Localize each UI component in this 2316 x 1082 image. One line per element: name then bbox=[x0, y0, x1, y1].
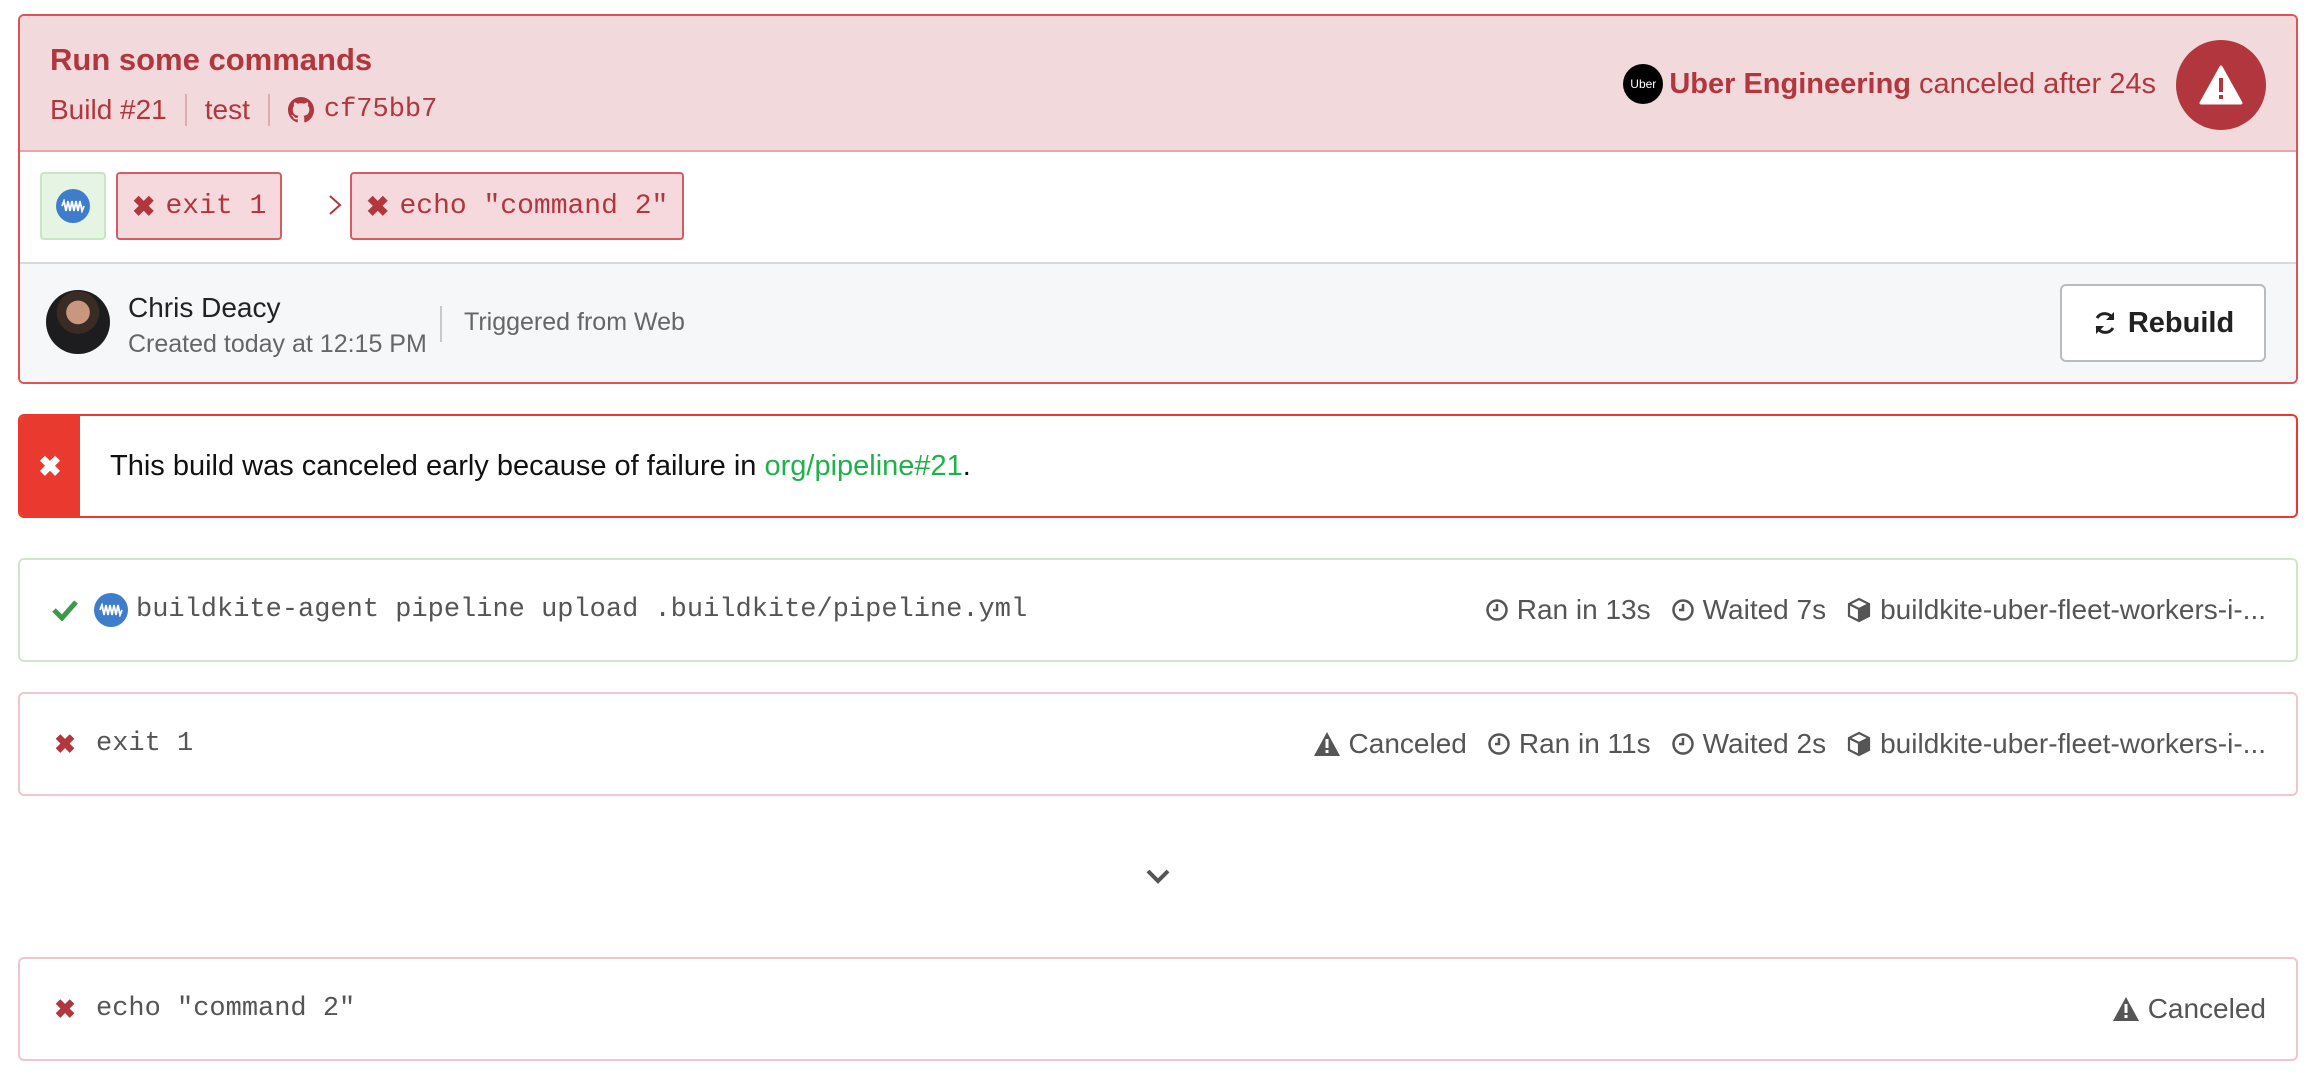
wait-time-text: Waited 2s bbox=[1702, 728, 1827, 759]
alert-message: This build was canceled early because of… bbox=[110, 450, 971, 483]
check-icon bbox=[50, 599, 80, 621]
org-name: Uber Engineering bbox=[1669, 67, 1912, 100]
warning-icon bbox=[2176, 40, 2266, 130]
buildkite-agent-icon bbox=[56, 189, 90, 223]
wait-time: Waited 2s bbox=[1671, 728, 1826, 760]
job-status-text: Canceled bbox=[1348, 728, 1467, 759]
pipeline-step-echo-command-2[interactable]: ✖ echo "command 2" bbox=[350, 172, 685, 240]
cube-icon bbox=[1848, 597, 1871, 623]
run-time: Ran in 13s bbox=[1485, 594, 1651, 626]
build-status-text: canceled after 24s bbox=[1919, 67, 2156, 100]
trigger-source: Triggered from Web bbox=[464, 308, 685, 336]
refresh-icon bbox=[2095, 312, 2115, 334]
job-meta: Canceled Ran in 11s Waited 2s buildkite-… bbox=[1293, 728, 2266, 760]
author-row: Chris Deacy Created today at 12:15 PM Tr… bbox=[20, 264, 2296, 382]
github-icon bbox=[287, 97, 314, 123]
agent-link[interactable]: buildkite-uber-fleet-workers-i-... bbox=[1846, 594, 2266, 626]
close-icon: ✖ bbox=[20, 416, 80, 516]
failed-build-link[interactable]: org/pipeline#21 bbox=[764, 450, 962, 482]
build-title[interactable]: Run some commands bbox=[50, 42, 372, 78]
chevron-right-icon bbox=[329, 195, 342, 215]
step-label: echo "command 2" bbox=[399, 190, 669, 222]
job-status: Canceled bbox=[2112, 993, 2266, 1025]
org-avatar: Uber bbox=[1623, 64, 1664, 104]
chevron-down-icon[interactable] bbox=[1144, 862, 1172, 890]
clock-icon bbox=[1671, 733, 1694, 755]
job-command: exit 1 bbox=[96, 729, 194, 759]
divider bbox=[267, 94, 270, 126]
agent-name: buildkite-uber-fleet-workers-i-... bbox=[1880, 728, 2266, 759]
author-name: Chris Deacy bbox=[128, 292, 281, 323]
pipeline-step-exit-1[interactable]: ✖ exit 1 bbox=[116, 172, 283, 240]
alert-text-end: . bbox=[962, 449, 971, 482]
build-number[interactable]: Build #21 bbox=[50, 94, 167, 126]
cube-icon bbox=[1848, 731, 1871, 757]
pipeline-step-upload[interactable] bbox=[40, 172, 106, 240]
agent-name: buildkite-uber-fleet-workers-i-... bbox=[1880, 594, 2266, 625]
job-meta: Ran in 13s Waited 7s buildkite-uber-flee… bbox=[1465, 594, 2266, 626]
rebuild-label: Rebuild bbox=[2127, 306, 2235, 339]
run-time-text: Ran in 13s bbox=[1516, 594, 1651, 625]
warning-icon bbox=[1313, 732, 1340, 756]
build-header: Run some commands Build #21 test cf75bb7… bbox=[20, 16, 2296, 152]
clock-icon bbox=[1671, 599, 1694, 621]
step-label: exit 1 bbox=[165, 190, 267, 222]
build-meta: Build #21 test cf75bb7 bbox=[50, 94, 437, 126]
wait-time: Waited 7s bbox=[1671, 594, 1826, 626]
close-icon: ✖ bbox=[54, 728, 76, 759]
run-time: Ran in 11s bbox=[1487, 728, 1651, 760]
rebuild-button[interactable]: Rebuild bbox=[2060, 284, 2266, 362]
job-meta: Canceled bbox=[2092, 993, 2266, 1025]
job-status: Canceled bbox=[1313, 728, 1467, 760]
job-command: echo "command 2" bbox=[96, 994, 356, 1024]
job-row-exit-1[interactable]: ✖ exit 1 Canceled Ran in 11s Waited 2s b… bbox=[18, 692, 2298, 796]
job-row-pipeline-upload[interactable]: buildkite-agent pipeline upload .buildki… bbox=[18, 558, 2298, 662]
branch-name[interactable]: test bbox=[205, 94, 250, 126]
job-command: buildkite-agent pipeline upload .buildki… bbox=[136, 595, 1028, 625]
job-status-text: Canceled bbox=[2147, 993, 2266, 1024]
warning-icon bbox=[2112, 997, 2139, 1021]
created-time: Created today at 12:15 PM bbox=[128, 330, 427, 358]
wait-time-text: Waited 7s bbox=[1702, 594, 1827, 625]
agent-link[interactable]: buildkite-uber-fleet-workers-i-... bbox=[1846, 728, 2266, 760]
alert-text: This build was canceled early because of… bbox=[110, 449, 765, 482]
close-icon: ✖ bbox=[54, 993, 76, 1024]
buildkite-agent-icon bbox=[94, 593, 128, 627]
pipeline-steps: ✖ exit 1 ✖ echo "command 2" bbox=[20, 152, 2296, 264]
run-time-text: Ran in 11s bbox=[1518, 728, 1651, 759]
job-row-echo-command-2[interactable]: ✖ echo "command 2" Canceled bbox=[18, 957, 2298, 1061]
cancel-alert: ✖ This build was canceled early because … bbox=[18, 414, 2298, 518]
clock-icon bbox=[1488, 733, 1510, 755]
close-icon: ✖ bbox=[132, 190, 156, 222]
canceled-info: Uber Uber Engineering canceled after 24s bbox=[1623, 64, 2156, 104]
avatar bbox=[46, 290, 110, 354]
commit-hash[interactable]: cf75bb7 bbox=[324, 95, 437, 125]
close-icon: ✖ bbox=[366, 190, 390, 222]
build-card: Run some commands Build #21 test cf75bb7… bbox=[18, 14, 2298, 384]
clock-icon bbox=[1486, 599, 1508, 621]
divider bbox=[440, 306, 442, 342]
divider bbox=[184, 94, 187, 126]
